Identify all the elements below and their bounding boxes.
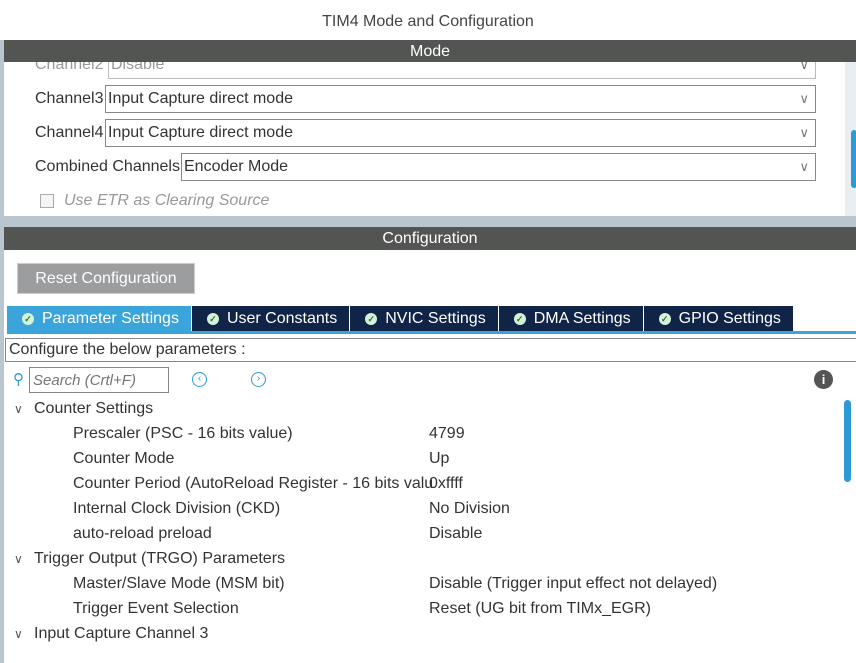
next-icon[interactable]: › <box>251 372 266 387</box>
configuration-header: Configuration <box>4 227 856 250</box>
tab-bar: ✓ Parameter Settings ✓ User Constants ✓ NVI… <box>7 306 794 331</box>
param-label: Internal Clock Division (CKD) <box>73 500 281 517</box>
search-input[interactable] <box>29 367 169 393</box>
mode-scrollbar-thumb[interactable] <box>851 130 856 188</box>
chevron-down-icon: ∨ <box>799 62 809 72</box>
group-header[interactable]: ∨ Trigger Output (TRGO) Parameters <box>14 550 285 568</box>
param-label: Prescaler (PSC - 16 bits value) <box>73 425 293 442</box>
tab-underline <box>7 331 856 334</box>
window-title: TIM4 Mode and Configuration <box>0 0 856 40</box>
param-label: Trigger Event Selection <box>73 600 239 617</box>
group-header[interactable]: ∨ Counter Settings <box>14 400 153 418</box>
param-label: auto-reload preload <box>73 525 212 542</box>
info-icon[interactable]: i <box>814 370 833 389</box>
mode-panel: Channel2 Disable ∨ Channel3 Input Capture… <box>4 62 856 216</box>
channel3-value: Input Capture direct mode <box>108 90 293 107</box>
chevron-down-icon: ∨ <box>799 91 809 106</box>
param-value[interactable]: 0xffff <box>429 475 463 493</box>
channel4-row: Channel4 <box>35 119 106 147</box>
param-value[interactable]: Disable <box>429 525 482 543</box>
tab-label: GPIO Settings <box>678 310 781 327</box>
channel2-label: Channel2 <box>35 62 104 73</box>
channel2-value: Disable <box>111 62 165 73</box>
chevron-down-icon: ∨ <box>799 125 809 140</box>
param-label: Master/Slave Mode (MSM bit) <box>73 575 285 592</box>
check-icon: ✓ <box>365 312 378 325</box>
tab-label: User Constants <box>226 310 338 327</box>
channel3-select[interactable]: Input Capture direct mode ∨ <box>105 85 816 113</box>
mode-scrollbar[interactable] <box>845 62 856 216</box>
param-value[interactable]: Reset (UG bit from TIMx_EGR) <box>429 600 651 618</box>
combined-channels-value: Encoder Mode <box>184 158 289 175</box>
combined-channels-select[interactable]: Encoder Mode ∨ <box>181 153 816 181</box>
check-icon: ✓ <box>206 312 219 325</box>
previous-icon[interactable]: ‹ <box>192 372 207 387</box>
combined-channels-row: Combined Channels <box>35 153 182 181</box>
group-name: Trigger Output (TRGO) Parameters <box>34 550 286 567</box>
tab-user-constants[interactable]: ✓ User Constants <box>191 306 351 331</box>
group-name: Counter Settings <box>34 400 154 417</box>
etr-label: Use ETR as Clearing Source <box>64 192 270 209</box>
mode-header: Mode <box>4 40 856 63</box>
param-value[interactable]: Up <box>429 450 449 468</box>
chevron-down-icon: ∨ <box>14 627 23 641</box>
search-icon: ⚲ <box>13 371 24 388</box>
tab-gpio-settings[interactable]: ✓ GPIO Settings <box>643 306 794 331</box>
config-scrollbar[interactable] <box>842 398 853 663</box>
channel4-value: Input Capture direct mode <box>108 124 293 141</box>
param-label: Counter Period (AutoReload Register - 16… <box>73 475 434 492</box>
channel2-row: Channel2 <box>35 62 106 79</box>
channel3-label: Channel3 <box>35 90 104 107</box>
chevron-down-icon: ∨ <box>14 552 23 566</box>
configure-description: Configure the below parameters : <box>5 338 856 362</box>
chevron-down-icon: ∨ <box>14 402 23 416</box>
tab-parameter-settings[interactable]: ✓ Parameter Settings <box>7 306 192 331</box>
param-value[interactable]: No Division <box>429 500 510 518</box>
param-label: Counter Mode <box>73 450 175 467</box>
etr-checkbox[interactable] <box>40 194 54 208</box>
param-value[interactable]: Disable (Trigger input effect not delaye… <box>429 575 717 593</box>
channel3-row: Channel3 <box>35 85 106 113</box>
check-icon: ✓ <box>658 312 671 325</box>
tab-label: Parameter Settings <box>42 310 179 327</box>
configuration-panel: Reset Configuration ✓ Parameter Settings … <box>4 250 856 663</box>
param-value[interactable]: 4799 <box>429 425 465 443</box>
tab-dma-settings[interactable]: ✓ DMA Settings <box>498 306 644 331</box>
channel4-select[interactable]: Input Capture direct mode ∨ <box>105 119 816 147</box>
tab-nvic-settings[interactable]: ✓ NVIC Settings <box>350 306 499 331</box>
config-scrollbar-thumb[interactable] <box>844 400 851 482</box>
group-header[interactable]: ∨ Input Capture Channel 3 <box>14 625 208 643</box>
tab-label: DMA Settings <box>533 310 631 327</box>
channel2-select[interactable]: Disable ∨ <box>108 62 816 79</box>
check-icon: ✓ <box>513 312 526 325</box>
channel4-label: Channel4 <box>35 124 104 141</box>
group-name: Input Capture Channel 3 <box>34 625 209 642</box>
combined-channels-label: Combined Channels <box>35 158 180 175</box>
reset-configuration-button[interactable]: Reset Configuration <box>17 263 195 294</box>
chevron-down-icon: ∨ <box>799 159 809 174</box>
etr-checkbox-row[interactable]: Use ETR as Clearing Source <box>40 187 269 215</box>
tab-label: NVIC Settings <box>385 310 486 327</box>
check-icon: ✓ <box>22 312 34 325</box>
